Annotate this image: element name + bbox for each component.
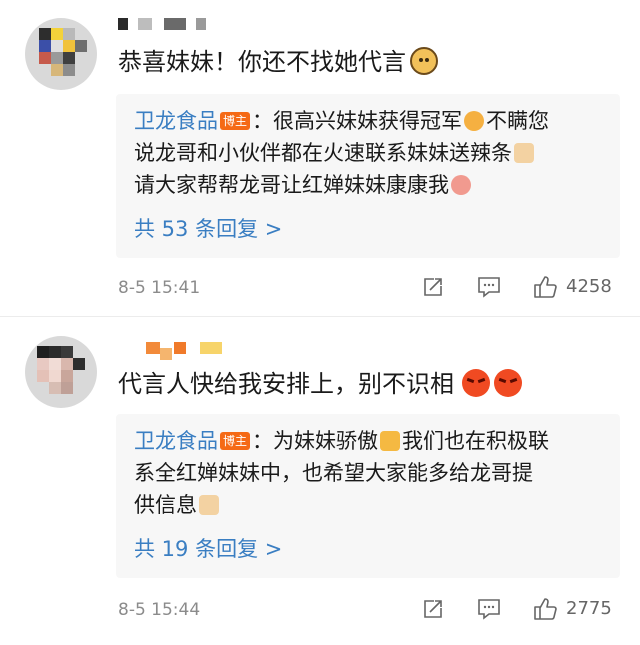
- comment-button[interactable]: [477, 598, 501, 620]
- angry-face-emoji-icon: [494, 369, 522, 397]
- reply-line-2: 系全红婵妹妹中，也希望大家能多给龙哥提: [134, 461, 533, 485]
- avatar[interactable]: [25, 336, 97, 408]
- username-obscured[interactable]: [118, 342, 228, 364]
- reply-preview-box[interactable]: 卫龙食品 博主 ：很高兴妹妹获得冠军 不瞒您 说龙哥和小伙伴都在火速联系妹妹送辣条 请…: [116, 94, 620, 258]
- like-button[interactable]: 4258: [532, 274, 612, 300]
- thumbs-up-icon: [534, 598, 557, 620]
- comment-icon: [478, 599, 500, 620]
- more-replies-link[interactable]: 共 19 条回复 >: [134, 534, 282, 564]
- doge-emoji-icon: [410, 47, 438, 75]
- reply-preview-box[interactable]: 卫龙食品 博主 ：为妹妹骄傲 我们也在积极联 系全红婵妹妹中，也希望大家能多给龙哥提 …: [116, 414, 620, 578]
- like-count: 2775: [566, 598, 612, 619]
- comment-timestamp: 8-5 15:41: [118, 278, 201, 298]
- more-replies-link[interactable]: 共 53 条回复 >: [134, 214, 282, 244]
- reply-line-3: 请大家帮帮龙哥让红婵妹妹康康我: [134, 170, 473, 200]
- share-button[interactable]: [422, 598, 444, 620]
- reply-line-2: 说龙哥和小伙伴都在火速联系妹妹送辣条: [134, 138, 536, 168]
- happy-tears-emoji-icon: [464, 111, 485, 131]
- comment-icon: [478, 277, 500, 298]
- thumbs-up-emoji-icon: [380, 431, 401, 451]
- like-button[interactable]: 2775: [532, 596, 612, 622]
- pray-hands-emoji-icon: [514, 143, 534, 163]
- username-obscured[interactable]: [118, 18, 228, 40]
- author-badge: 博主: [220, 432, 251, 450]
- pray-hands-emoji-icon: [199, 495, 219, 515]
- author-badge: 博主: [220, 112, 251, 130]
- comment-divider: [0, 316, 640, 317]
- reply-line-1: 卫龙食品 博主 ：很高兴妹妹获得冠军 不瞒您: [134, 109, 550, 133]
- reply-author[interactable]: 卫龙食品: [134, 429, 218, 453]
- comment-item: 恭喜妹妹！你还不找她代言 卫龙食品 博主 ：很高兴妹妹获得冠军 不瞒您 说龙哥和小伙伴…: [0, 0, 640, 318]
- reply-line-3: 供信息: [134, 490, 221, 520]
- share-icon: [424, 600, 442, 618]
- comment-text: 恭喜妹妹！你还不找她代言: [118, 46, 438, 78]
- angry-face-emoji-icon: [462, 369, 490, 397]
- share-button[interactable]: [422, 276, 444, 298]
- reply-line-1: 卫龙食品 博主 ：为妹妹骄傲 我们也在积极联: [134, 429, 550, 453]
- avatar[interactable]: [25, 18, 97, 90]
- thumbs-up-icon: [534, 276, 557, 298]
- comment-button[interactable]: [477, 276, 501, 298]
- comment-timestamp: 8-5 15:44: [118, 600, 201, 620]
- comment-item: 代言人快给我安排上，别不识相 卫龙食品 博主 ：为妹妹骄傲 我们也在积极联 系全红婵妹…: [0, 318, 640, 645]
- shy-face-emoji-icon: [451, 175, 471, 195]
- comment-text: 代言人快给我安排上，别不识相: [118, 368, 522, 400]
- reply-author[interactable]: 卫龙食品: [134, 109, 218, 133]
- share-icon: [424, 278, 442, 296]
- like-count: 4258: [566, 276, 612, 297]
